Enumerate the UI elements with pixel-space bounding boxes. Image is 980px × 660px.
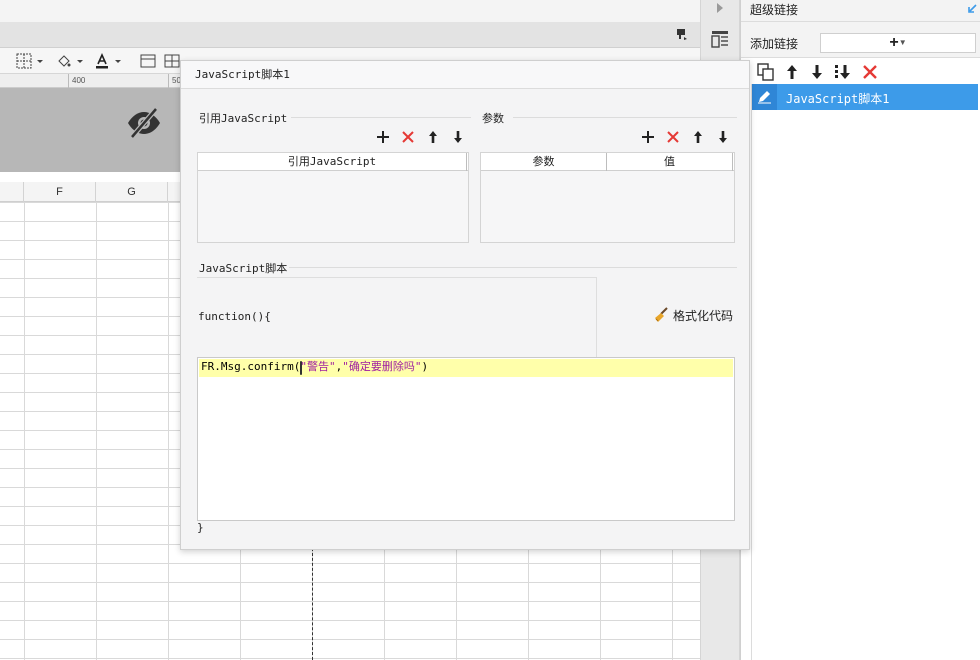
tab-strip xyxy=(0,22,700,48)
link-list: JavaScript脚本1 xyxy=(751,84,980,660)
border-icon[interactable] xyxy=(16,53,32,69)
javascript-dialog: JavaScript脚本1 引用JavaScript 引用JavaScript … xyxy=(180,60,750,550)
shrink-icon[interactable] xyxy=(967,4,977,14)
move-up-icon[interactable] xyxy=(691,130,705,144)
code-closing: ) xyxy=(421,360,429,373)
fill-color-icon[interactable] xyxy=(56,53,72,69)
chevron-down-icon[interactable] xyxy=(76,53,84,69)
list-item-label: JavaScript脚本1 xyxy=(786,92,890,106)
table-header: 参数 值 xyxy=(481,153,734,171)
function-footer: } xyxy=(197,521,204,534)
column-header[interactable]: 引用JavaScript xyxy=(198,153,467,171)
code-string: "警告" xyxy=(300,360,336,373)
ruler-label: 400 xyxy=(72,76,86,85)
divider xyxy=(513,117,737,118)
expand-right-icon[interactable] xyxy=(716,3,724,13)
column-header[interactable]: F xyxy=(24,182,96,202)
column-header[interactable]: G xyxy=(96,182,168,202)
chevron-down-icon[interactable] xyxy=(36,53,44,69)
table-header: 引用JavaScript xyxy=(198,153,468,171)
plus-icon: + xyxy=(889,34,899,51)
top-band xyxy=(0,0,700,22)
code-editor[interactable]: FR.Msg.confirm("警告","确定要删除吗") xyxy=(197,357,735,521)
add-link-row: 添加链接 +▼ xyxy=(741,22,980,58)
add-link-button[interactable]: +▼ xyxy=(820,33,976,53)
collapse-icon[interactable] xyxy=(676,28,688,40)
move-up-icon[interactable] xyxy=(426,130,440,144)
list-item[interactable]: JavaScript脚本1 xyxy=(752,84,978,110)
hyperlink-panel: 超级链接 添加链接 +▼ JavaScript脚本1 xyxy=(740,0,980,660)
move-down-icon[interactable] xyxy=(716,130,730,144)
delete-icon[interactable] xyxy=(666,130,680,144)
params-section-label: 参数 xyxy=(482,112,504,125)
page-break-line xyxy=(312,548,313,660)
delete-icon[interactable] xyxy=(861,63,879,81)
text-cursor xyxy=(300,361,302,375)
ref-js-table[interactable]: 引用JavaScript xyxy=(197,152,469,243)
divider xyxy=(291,117,471,118)
code-line[interactable]: FR.Msg.confirm("警告","确定要删除吗") xyxy=(201,360,428,374)
column-header[interactable] xyxy=(0,182,24,202)
edit-item-button[interactable] xyxy=(752,84,777,110)
column-header-param[interactable]: 参数 xyxy=(481,153,607,171)
function-header: function(){ xyxy=(198,310,271,323)
copy-icon[interactable] xyxy=(757,63,775,81)
chevron-down-icon[interactable] xyxy=(114,53,122,69)
panel-title: 超级链接 xyxy=(741,0,980,22)
move-down-icon[interactable] xyxy=(808,63,826,81)
cell-attributes-icon[interactable] xyxy=(711,30,729,48)
add-link-label: 添加链接 xyxy=(750,37,799,51)
script-section-label: JavaScript脚本 xyxy=(199,262,288,275)
font-color-icon[interactable] xyxy=(94,53,110,69)
move-down-icon[interactable] xyxy=(451,130,465,144)
move-up-icon[interactable] xyxy=(783,63,801,81)
code-string: "确定要删除吗" xyxy=(342,360,422,373)
format-code-label: 格式化代码 xyxy=(673,309,734,323)
pencil-icon xyxy=(758,91,771,104)
column-header-value[interactable]: 值 xyxy=(607,153,733,171)
merge-cells-icon[interactable] xyxy=(140,53,156,69)
broom-icon xyxy=(655,307,668,322)
add-icon[interactable] xyxy=(641,130,655,144)
delete-icon[interactable] xyxy=(401,130,415,144)
link-list-toolbar xyxy=(751,61,980,83)
move-bottom-icon[interactable] xyxy=(834,63,852,81)
ref-js-section-label: 引用JavaScript xyxy=(199,112,288,125)
chevron-down-icon: ▼ xyxy=(898,38,907,47)
format-code-button[interactable]: 格式化代码 xyxy=(653,307,733,327)
eye-off-icon xyxy=(128,107,160,139)
divider xyxy=(289,267,737,268)
grid-icon[interactable] xyxy=(164,53,180,69)
dialog-title: JavaScript脚本1 xyxy=(181,61,749,89)
code-call: FR.Msg.confirm( xyxy=(201,360,301,373)
params-table[interactable]: 参数 值 xyxy=(480,152,735,243)
add-icon[interactable] xyxy=(376,130,390,144)
